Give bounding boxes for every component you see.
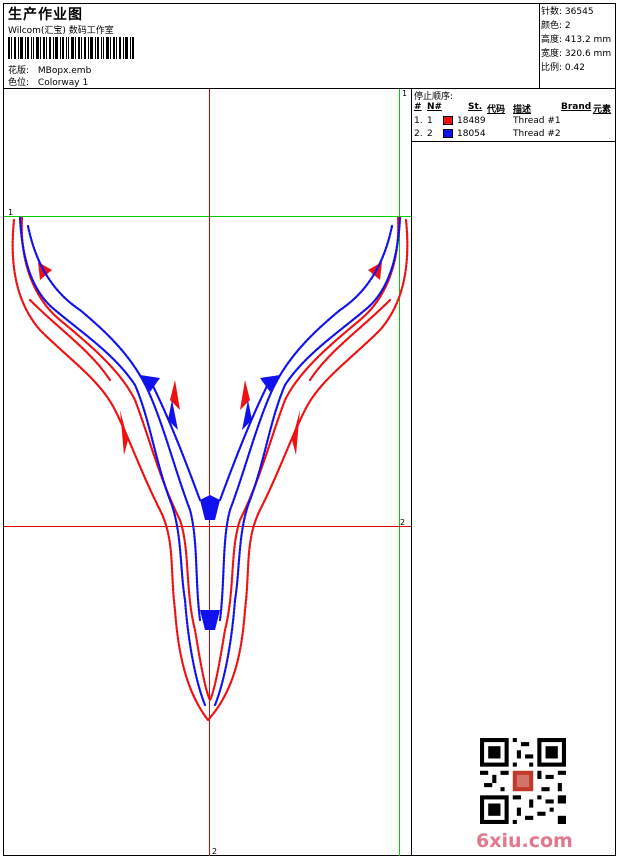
embroidery-design <box>11 216 409 722</box>
watermark: 6xiu.com <box>476 830 573 852</box>
qr-code <box>480 738 566 824</box>
